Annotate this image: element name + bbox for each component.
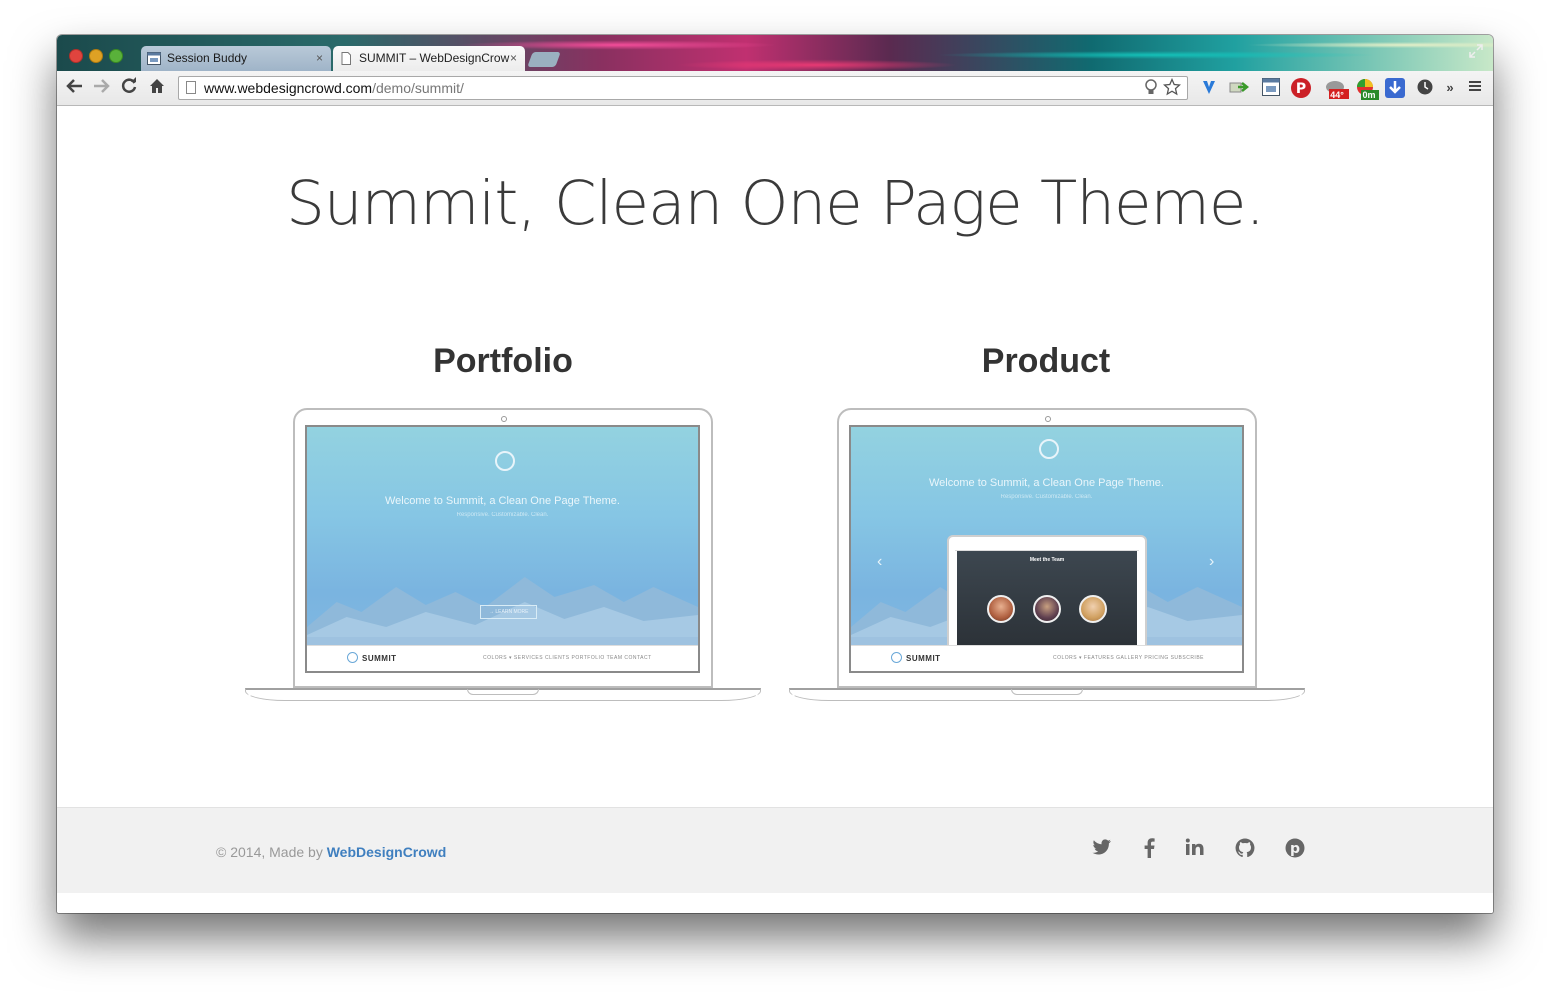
tab-session-buddy[interactable]: Session Buddy × — [141, 46, 331, 71]
url-text[interactable]: www.webdesigncrowd.com/demo/summit/ — [204, 80, 464, 96]
browser-window: Session Buddy × SUMMIT – WebDesignCrow × — [57, 35, 1493, 913]
laptop-notch — [467, 689, 539, 695]
session-buddy-favicon-icon — [147, 52, 161, 65]
minimize-window-icon[interactable] — [89, 49, 103, 63]
tab-summit[interactable]: SUMMIT – WebDesignCrow × — [333, 46, 525, 71]
slider-prev-icon: ‹ — [877, 553, 883, 570]
product-screen: Welcome to Summit, a Clean One Page Them… — [849, 425, 1244, 673]
screen-navbar: SUMMIT COLORS ▾ FEATURES GALLERY PRICING… — [851, 645, 1242, 671]
github-icon[interactable] — [1233, 838, 1257, 862]
history-clock-icon[interactable] — [1415, 78, 1435, 98]
svg-text:p: p — [1290, 841, 1300, 857]
screen-brand: SUMMIT — [362, 654, 397, 663]
timer-badge: 0m — [1362, 90, 1376, 100]
hero-title: Summit, Clean One Page Theme. — [286, 168, 1265, 239]
bookmark-star-icon[interactable] — [1162, 77, 1182, 96]
summit-compass-logo-icon — [1039, 439, 1059, 459]
portfolio-laptop-preview[interactable]: Welcome to Summit, a Clean One Page Them… — [245, 408, 761, 708]
linkedin-icon[interactable] — [1183, 838, 1207, 862]
summit-compass-logo-icon — [495, 451, 515, 471]
team-avatar-1 — [987, 595, 1015, 623]
team-avatar-2 — [1033, 595, 1061, 623]
twitter-icon[interactable] — [1090, 838, 1114, 862]
demo-title-portfolio[interactable]: Portfolio — [243, 342, 763, 381]
inner-team-title: Meet the Team — [1029, 557, 1065, 563]
screen-nav-links: COLORS ▾ SERVICES CLIENTS PORTFOLIO TEAM… — [483, 655, 652, 661]
page-info-icon[interactable] — [186, 81, 196, 94]
download-extension-icon[interactable] — [1385, 78, 1405, 98]
tab-label: SUMMIT – WebDesignCrow — [359, 51, 510, 65]
screen-subline: Responsive. Customizable. Clean. — [456, 512, 549, 518]
reload-icon — [121, 77, 137, 93]
share-extension-icon[interactable] — [1229, 78, 1250, 98]
lightbulb-icon[interactable] — [1143, 78, 1159, 96]
ghostery-extension-icon[interactable] — [1199, 78, 1219, 98]
learn-more-button: → LEARN MORE — [480, 605, 538, 619]
laptop-notch — [1011, 689, 1083, 695]
mountain-landscape-icon — [307, 577, 698, 647]
screen-subline: Responsive. Customizable. Clean. — [1000, 494, 1093, 500]
web-page: Summit, Clean One Page Theme. Portfolio … — [57, 106, 1493, 913]
team-avatar-3 — [1079, 595, 1107, 623]
svg-text:P: P — [1296, 81, 1306, 97]
url-path: /demo/summit/ — [372, 80, 464, 96]
weather-badge: 44° — [1330, 90, 1344, 100]
new-tab-button[interactable] — [527, 52, 561, 67]
forward-button[interactable] — [91, 77, 111, 97]
summit-nav-logo-icon — [891, 652, 902, 663]
page-footer: © 2014, Made by WebDesignCrowd p — [57, 807, 1493, 893]
portfolio-screen: Welcome to Summit, a Clean One Page Them… — [305, 425, 700, 673]
forward-arrow-icon — [94, 79, 110, 93]
inner-team-section: Meet the Team — [957, 551, 1137, 645]
back-arrow-icon — [66, 79, 82, 93]
laptop-camera-icon — [501, 416, 507, 422]
page-favicon-icon — [341, 52, 351, 65]
home-icon — [150, 79, 164, 93]
product-laptop-preview[interactable]: Welcome to Summit, a Clean One Page Them… — [789, 408, 1305, 708]
inner-navbar — [955, 541, 1139, 551]
home-button[interactable] — [147, 77, 167, 97]
back-button[interactable] — [65, 77, 85, 97]
webdesigncrowd-link[interactable]: WebDesignCrowd — [327, 844, 447, 860]
screen-navbar: SUMMIT COLORS ▾ SERVICES CLIENTS PORTFOL… — [307, 645, 698, 671]
session-buddy-extension-icon[interactable] — [1261, 78, 1281, 98]
pinterest-icon[interactable]: p — [1283, 838, 1307, 862]
close-tab-icon[interactable]: × — [316, 46, 323, 71]
close-window-icon[interactable] — [69, 49, 83, 63]
slider-next-icon: › — [1209, 553, 1215, 570]
browser-toolbar: www.webdesigncrowd.com/demo/summit/ P 44… — [57, 71, 1493, 106]
copyright-prefix: © 2014, Made by — [216, 844, 327, 860]
address-bar[interactable]: www.webdesigncrowd.com/demo/summit/ — [178, 76, 1188, 100]
summit-nav-logo-icon — [347, 652, 358, 663]
browser-menu-icon[interactable] — [1465, 78, 1485, 98]
reload-button[interactable] — [119, 77, 139, 97]
pinterest-extension-icon[interactable]: P — [1291, 78, 1311, 98]
screen-nav-links: COLORS ▾ FEATURES GALLERY PRICING SUBSCR… — [1053, 655, 1204, 661]
screen-headline: Welcome to Summit, a Clean One Page Them… — [385, 495, 620, 507]
copyright-text: © 2014, Made by WebDesignCrowd — [216, 844, 446, 860]
facebook-icon[interactable] — [1137, 838, 1161, 862]
demo-title-product[interactable]: Product — [786, 342, 1306, 381]
fullscreen-icon[interactable] — [1469, 44, 1483, 61]
more-extensions-chevron-icon[interactable]: » — [1440, 78, 1460, 98]
zoom-window-icon[interactable] — [109, 49, 123, 63]
tab-strip: Session Buddy × SUMMIT – WebDesignCrow × — [57, 35, 1493, 71]
screen-headline: Welcome to Summit, a Clean One Page Them… — [929, 477, 1164, 489]
laptop-camera-icon — [1045, 416, 1051, 422]
omnibox-actions — [1143, 77, 1182, 96]
url-host: www.webdesigncrowd.com — [204, 80, 373, 96]
screen-brand: SUMMIT — [906, 654, 941, 663]
inner-laptop-mockup: Meet the Team — [947, 535, 1147, 647]
close-tab-icon[interactable]: × — [510, 46, 517, 71]
tab-label: Session Buddy — [167, 51, 248, 65]
